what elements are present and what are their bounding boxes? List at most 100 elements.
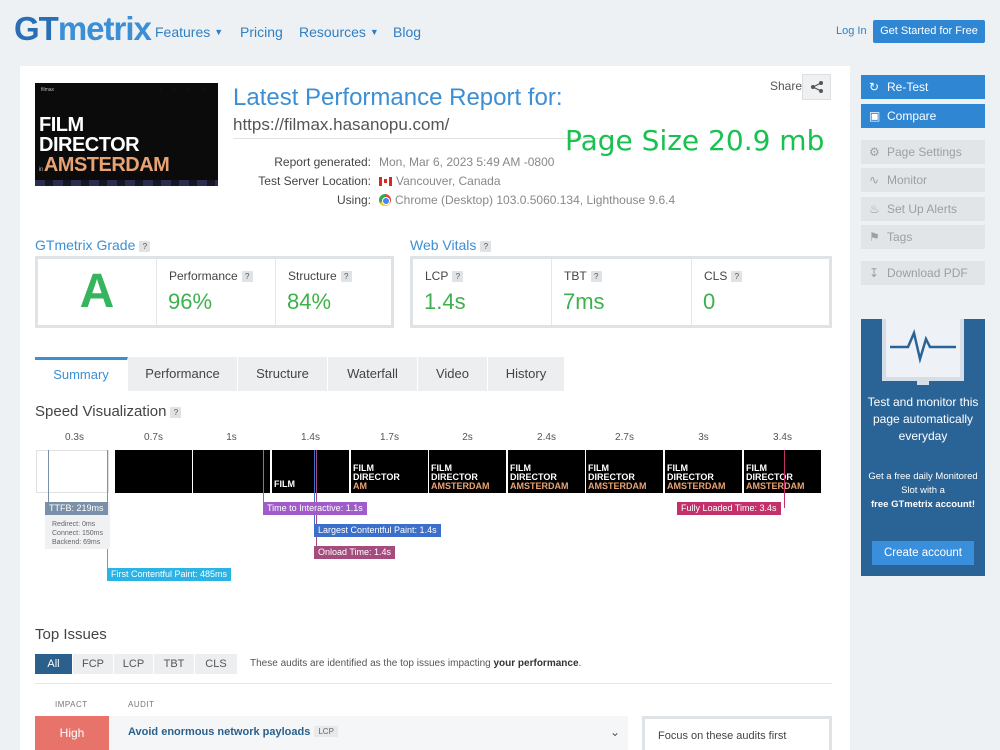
share-button[interactable] bbox=[802, 74, 831, 100]
filmstrip-frame[interactable] bbox=[115, 450, 192, 493]
help-icon[interactable]: ? bbox=[480, 241, 492, 252]
nav-features[interactable]: Features ▼ bbox=[155, 24, 223, 40]
frame-line3: AMSTERDAM bbox=[746, 481, 805, 491]
frame-hero-text: FILM DIRECTOR AMSTERDAM bbox=[510, 464, 569, 491]
help-icon[interactable]: ? bbox=[452, 271, 464, 282]
frame-hero-text: FILM DIRECTOR AM bbox=[353, 464, 400, 491]
filter-fcp[interactable]: FCP bbox=[73, 654, 114, 674]
frame-line1: FILM bbox=[274, 479, 295, 489]
report-url[interactable]: https://filmax.hasanopu.com/ bbox=[233, 115, 449, 135]
nav-features-label: Features bbox=[155, 24, 211, 40]
structure-metric: Structure? 84% bbox=[275, 259, 391, 325]
page-screenshot-thumbnail: filmax · · · · FILM DIRECTOR in AMSTERDA… bbox=[35, 83, 218, 186]
tab-structure[interactable]: Structure bbox=[238, 357, 328, 391]
frame-time-label: 1s bbox=[226, 432, 237, 443]
ttfb-connect: Connect: 150ms bbox=[52, 530, 103, 537]
monitor-button[interactable]: ∿ Monitor bbox=[861, 168, 985, 192]
filmstrip-frame[interactable]: FILM DIRECTOR AMSTERDAM bbox=[429, 450, 506, 493]
page-settings-label: Page Settings bbox=[887, 145, 962, 159]
heartbeat-icon bbox=[890, 328, 956, 364]
tab-waterfall[interactable]: Waterfall bbox=[328, 357, 418, 391]
thumb-logo: filmax bbox=[41, 87, 55, 93]
tab-summary[interactable]: Summary bbox=[35, 357, 128, 391]
compare-label: Compare bbox=[887, 109, 937, 123]
meta-location-label: Test Server Location: bbox=[258, 174, 371, 188]
download-pdf-button[interactable]: ↧ Download PDF bbox=[861, 261, 985, 285]
speed-visualization-title: Speed Visualization? bbox=[35, 403, 182, 420]
focus-text: Focus on these audits first bbox=[658, 730, 787, 742]
fcp-marker: First Contentful Paint: 485ms bbox=[107, 568, 232, 581]
frame-hero-text: FILM DIRECTOR AMSTERDAM bbox=[667, 464, 726, 491]
chevron-down-icon[interactable]: ⌄ bbox=[610, 725, 620, 739]
meta-location-value: Vancouver, Canada bbox=[379, 174, 501, 188]
tab-history[interactable]: History bbox=[488, 357, 565, 391]
set-up-alerts-button[interactable]: ♨ Set Up Alerts bbox=[861, 197, 985, 221]
refresh-icon: ↻ bbox=[869, 80, 880, 94]
filmstrip-frame[interactable]: FILM DIRECTOR AMSTERDAM bbox=[586, 450, 663, 493]
thumb-nav: · · · · bbox=[159, 87, 210, 92]
fully-loaded-marker: Fully Loaded Time: 3.4s bbox=[677, 502, 781, 515]
grade-panel: A Performance? 96% Structure? 84% bbox=[35, 256, 394, 328]
filmstrip-frame[interactable]: FILM DIRECTOR AMSTERDAM bbox=[744, 450, 821, 493]
gtmetrix-logo[interactable]: GTmetrix bbox=[14, 10, 152, 48]
compare-button[interactable]: ▣ Compare bbox=[861, 104, 985, 128]
cls-value: 0 bbox=[703, 289, 716, 314]
help-icon[interactable]: ? bbox=[731, 271, 743, 282]
help-icon[interactable]: ? bbox=[241, 271, 253, 282]
filmstrip-frame[interactable]: FILM DIRECTOR AMSTERDAM bbox=[665, 450, 742, 493]
lcp-label-text: LCP bbox=[425, 269, 449, 283]
alerts-label: Set Up Alerts bbox=[887, 202, 958, 216]
filter-lcp[interactable]: LCP bbox=[114, 654, 154, 674]
onload-marker: Onload Time: 1.4s bbox=[314, 546, 396, 559]
thumb-line3-city: AMSTERDAM bbox=[43, 154, 170, 176]
filter-cls[interactable]: CLS bbox=[195, 654, 238, 674]
filter-all[interactable]: All bbox=[35, 654, 73, 674]
performance-value: 96% bbox=[168, 289, 213, 314]
lcp-line bbox=[314, 450, 315, 530]
top-issues-title: Top Issues bbox=[35, 626, 107, 643]
frame-hero-text: FILM DIRECTOR AMSTERDAM bbox=[588, 464, 647, 491]
help-icon[interactable]: ? bbox=[170, 407, 182, 418]
thumb-hero-text: FILM DIRECTOR in AMSTERDAM bbox=[39, 115, 170, 180]
lcp-label: LCP? bbox=[425, 269, 464, 283]
page-settings-button[interactable]: ⚙ Page Settings bbox=[861, 140, 985, 164]
retest-button[interactable]: ↻ Re-Test bbox=[861, 75, 985, 99]
report-card: filmax · · · · FILM DIRECTOR in AMSTERDA… bbox=[20, 66, 850, 750]
filter-tbt[interactable]: TBT bbox=[154, 654, 195, 674]
nav-pricing[interactable]: Pricing bbox=[240, 24, 283, 40]
divider bbox=[233, 138, 611, 139]
tab-video[interactable]: Video bbox=[418, 357, 488, 391]
nav-blog[interactable]: Blog bbox=[393, 24, 421, 40]
grade-title-text: GTmetrix Grade bbox=[35, 237, 136, 253]
tti-line bbox=[263, 450, 264, 508]
ttfb-redirect: Redirect: 0ms bbox=[52, 521, 96, 528]
filmstrip-frame[interactable]: FILM DIRECTOR AMSTERDAM bbox=[508, 450, 585, 493]
tags-button[interactable]: ⚑ Tags bbox=[861, 225, 985, 249]
audit-row[interactable]: Avoid enormous network payloads LCP ⌄ bbox=[109, 716, 628, 750]
help-icon[interactable]: ? bbox=[590, 271, 602, 282]
tab-performance[interactable]: Performance bbox=[128, 357, 238, 391]
audit-tag: LCP bbox=[314, 726, 338, 737]
tbt-label: TBT? bbox=[564, 269, 602, 283]
speed-title-text: Speed Visualization bbox=[35, 403, 167, 420]
nav-resources[interactable]: Resources ▼ bbox=[299, 24, 379, 40]
create-account-button[interactable]: Create account bbox=[872, 541, 974, 565]
promo-heading: Test and monitor this page automatically… bbox=[867, 395, 979, 443]
pdf-icon: ↧ bbox=[869, 266, 880, 280]
gear-icon: ⚙ bbox=[869, 145, 880, 159]
chevron-down-icon: ▼ bbox=[214, 27, 224, 37]
filmstrip-frame[interactable]: FILM DIRECTOR AM bbox=[351, 450, 428, 493]
promo-sub-bold: free GTmetrix account! bbox=[871, 499, 975, 510]
promo-sub1: Get a free daily Monitored Slot with a bbox=[868, 471, 978, 496]
meta-location-text: Vancouver, Canada bbox=[396, 174, 501, 188]
meta-using-value: Chrome (Desktop) 103.0.5060.134, Lightho… bbox=[379, 193, 675, 207]
divider bbox=[35, 683, 832, 684]
filmstrip-frame[interactable] bbox=[36, 450, 109, 493]
share-icon bbox=[810, 81, 823, 93]
filmstrip-frame[interactable]: FILM bbox=[272, 450, 349, 493]
filmstrip-frame[interactable] bbox=[193, 450, 270, 493]
get-started-button[interactable]: Get Started for Free bbox=[873, 20, 985, 43]
help-icon[interactable]: ? bbox=[139, 241, 151, 252]
help-icon[interactable]: ? bbox=[340, 271, 352, 282]
login-link[interactable]: Log In bbox=[836, 25, 867, 37]
